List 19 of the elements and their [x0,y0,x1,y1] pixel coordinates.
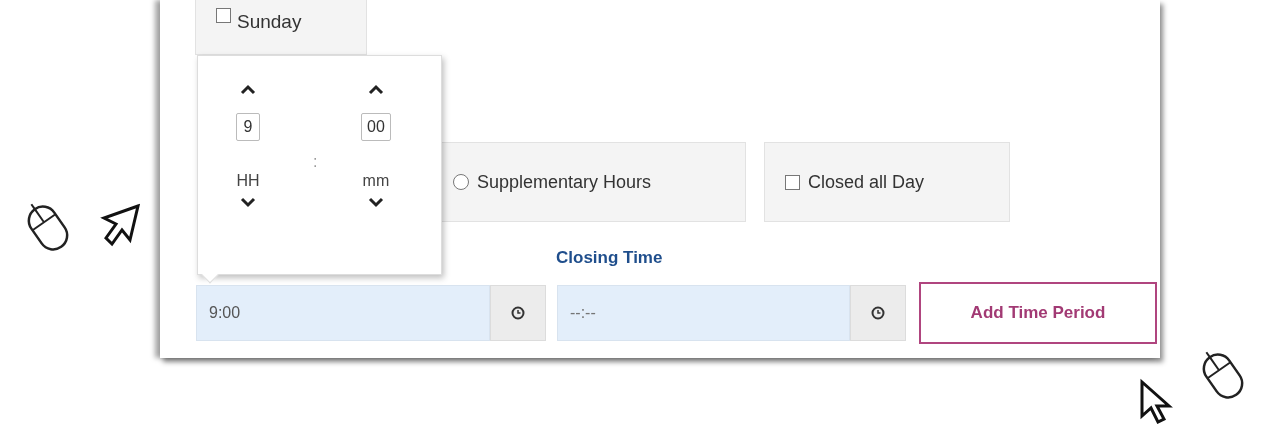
add-time-period-button[interactable]: Add Time Period [919,282,1157,344]
minute-label: mm [362,171,390,191]
chevron-up-icon[interactable] [240,84,256,95]
time-input[interactable]: --:-- [557,285,850,341]
hour-label: HH [236,171,260,191]
hour-field[interactable]: 9 [236,113,260,141]
clock-button[interactable] [490,285,546,341]
time-separator: : [313,152,318,172]
chevron-up-icon[interactable] [367,84,384,95]
day-checkbox[interactable]: Sunday [195,0,367,55]
field-label: Closing Time [556,248,664,268]
chevron-down-icon[interactable] [240,197,256,208]
clock-icon [511,306,525,320]
checkbox-option[interactable]: Closed all Day [764,142,1010,222]
minute-field[interactable]: 00 [361,113,391,141]
time-input[interactable]: 9:00 [196,285,490,341]
clock-icon [871,306,885,320]
clock-button[interactable] [850,285,906,341]
chevron-down-icon[interactable] [367,197,384,208]
